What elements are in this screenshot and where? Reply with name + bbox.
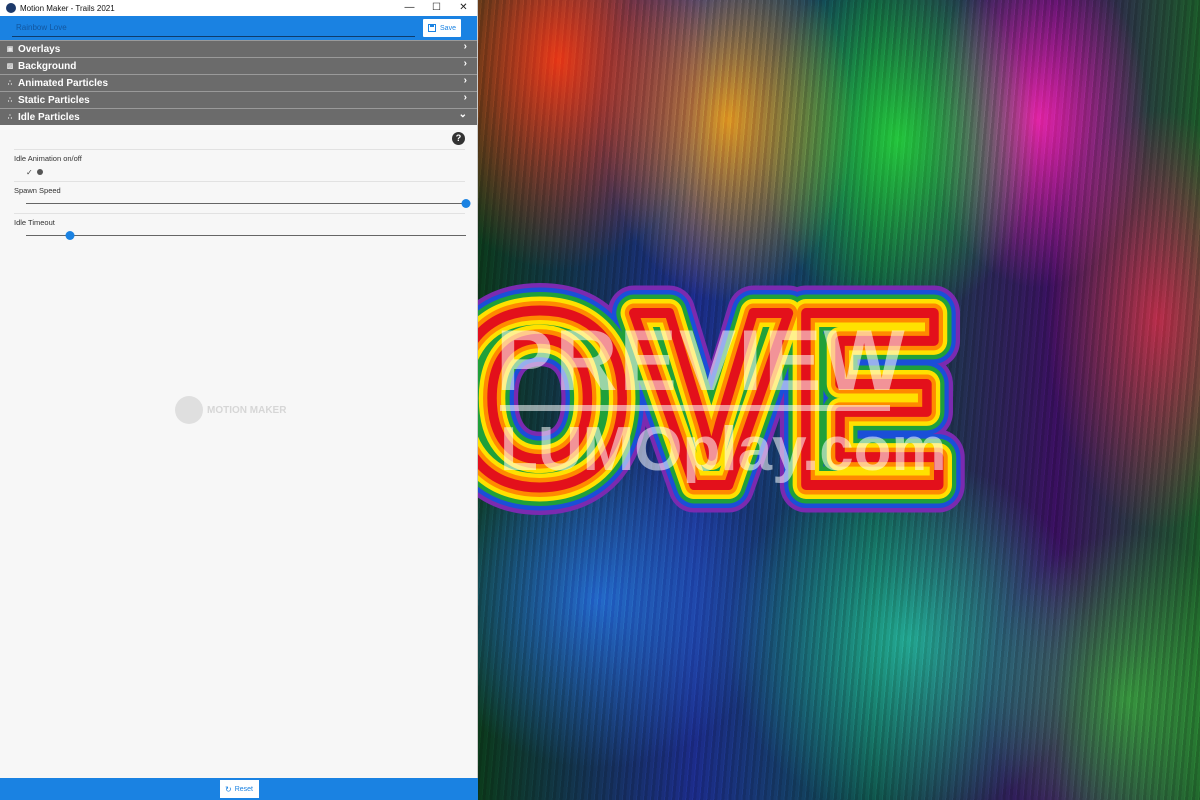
reset-label: Reset [234,785,253,793]
section-animated-particles[interactable]: ∴ Animated Particles › [0,74,477,91]
chevron-right-icon: › [463,41,467,52]
toggle-knob [36,169,43,175]
idle-animation-field: Idle Animation on/off ✓ [14,149,465,181]
save-label: Save [440,24,456,32]
section-static-particles[interactable]: ∴ Static Particles › [0,91,477,108]
checkmark-icon: ✓ [26,167,33,177]
app-logo-icon [6,3,16,13]
idle-particles-panel: ? Idle Animation on/off ✓ Spawn Speed Id… [0,125,477,245]
spawn-speed-field: Spawn Speed [14,181,471,213]
particles-icon: ∴ [7,80,13,87]
idle-timeout-label: Idle Timeout [14,218,55,227]
idle-animation-label: Idle Animation on/off [14,154,82,163]
motion-maker-watermark: MOTION MAKER [175,396,286,424]
slider-thumb[interactable] [65,231,75,240]
section-background[interactable]: ▨ Background › [0,57,477,74]
watermark-logo-text: MOTION MAKER [207,404,287,416]
idle-animation-toggle[interactable]: ✓ [14,165,465,179]
minimize-button[interactable]: — [396,0,423,16]
maximize-button[interactable]: ☐ [423,0,450,16]
save-button[interactable]: Save [423,19,461,37]
reset-icon: ↻ [225,784,232,794]
idle-timeout-slider[interactable] [26,229,466,243]
section-overlays[interactable]: ▣ Overlays › [0,40,477,57]
preset-name-input[interactable] [12,19,415,37]
section-idle-particles[interactable]: ∴ Idle Particles ⌄ [0,108,477,125]
slider-track [26,203,466,204]
close-button[interactable]: ✕ [450,0,477,16]
overlays-icon: ▣ [6,46,14,53]
motion-maker-logo-icon [175,396,203,424]
idle-timeout-field: Idle Timeout [14,213,466,245]
watermark-rule [500,405,890,411]
section-static-label: Static Particles [18,94,90,106]
footer-bar: ↻ Reset [0,778,478,800]
section-animated-label: Animated Particles [18,77,109,89]
image-icon: ▨ [6,63,14,70]
floppy-disk-icon [428,24,437,32]
section-overlays-label: Overlays [18,43,61,55]
help-icon[interactable]: ? [452,132,465,145]
window-title: Motion Maker - Trails 2021 [20,3,115,13]
slider-thumb[interactable] [461,199,471,208]
slider-track [26,235,466,236]
particles-icon: ∴ [7,114,13,121]
spawn-speed-label: Spawn Speed [14,186,61,195]
motion-maker-window: Motion Maker - Trails 2021 — ☐ ✕ Save ▣ … [0,0,478,800]
section-idle-label: Idle Particles [18,111,80,123]
particles-icon: ∴ [7,97,13,104]
chevron-right-icon: › [463,75,467,86]
spawn-speed-slider[interactable] [26,197,471,211]
save-bar: Save [0,16,477,40]
section-background-label: Background [18,60,77,72]
chevron-down-icon: ⌄ [458,109,467,120]
chevron-right-icon: › [463,92,467,103]
preview-canvas: OVE OVE OVE OVE OVE OVE PREVIEW LUMOplay.com [478,0,1200,800]
preview-watermark-url: LUMOplay.com [500,415,947,484]
title-bar: Motion Maker - Trails 2021 — ☐ ✕ [0,0,477,16]
chevron-right-icon: › [463,58,467,69]
preview-watermark: PREVIEW [496,313,907,409]
reset-button[interactable]: ↻ Reset [219,780,259,798]
